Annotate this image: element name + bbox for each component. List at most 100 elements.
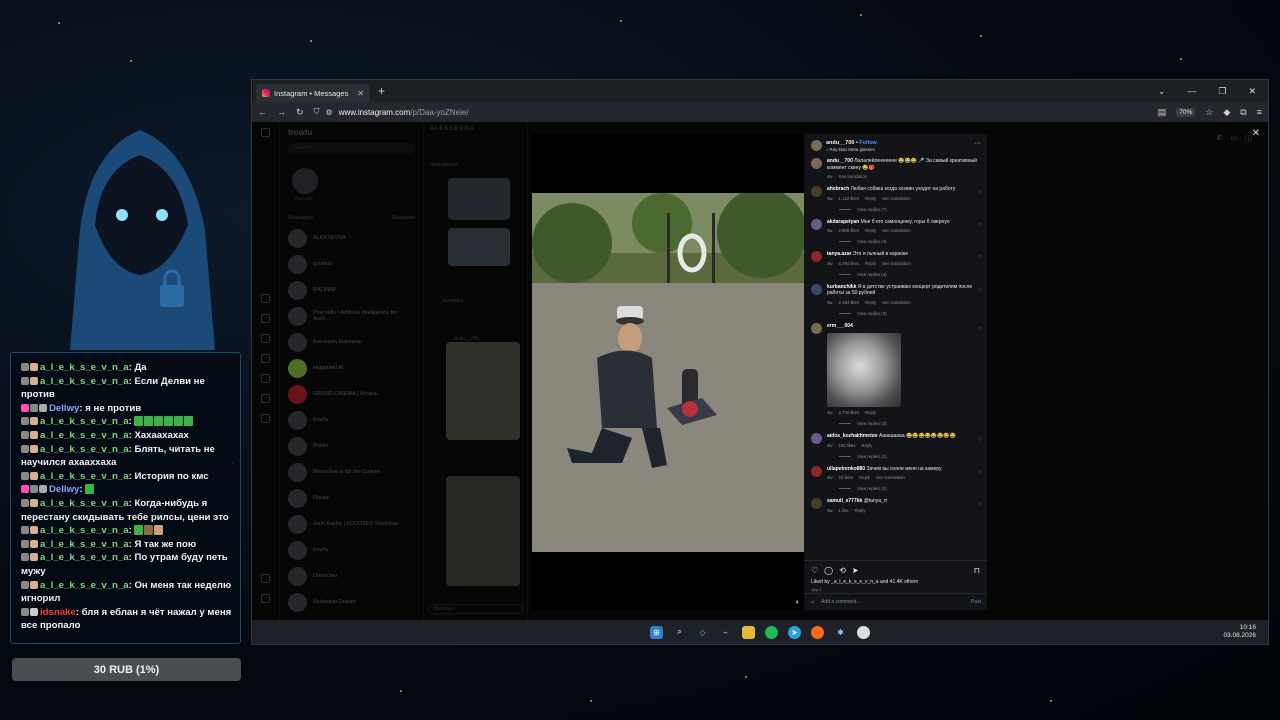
chat-username[interactable]: a_l_e_k_s_e_v_n_a	[40, 539, 129, 550]
reply-link[interactable]: Reply	[859, 475, 870, 480]
author-name[interactable]: andu__700	[826, 140, 854, 146]
repost-icon[interactable]: ⟲	[839, 566, 846, 575]
comment-like-icon[interactable]: ♡	[978, 190, 982, 196]
see-translation-link[interactable]: See translation	[882, 196, 911, 201]
view-replies-link[interactable]: View replies (1)	[839, 454, 980, 459]
site-settings-icon[interactable]: ⚙	[326, 108, 333, 117]
see-translation-link[interactable]: See translation	[839, 174, 868, 179]
forward-button[interactable]: →	[277, 107, 286, 117]
close-modal-icon[interactable]: ✕	[1252, 128, 1260, 139]
commenter-avatar[interactable]	[811, 186, 822, 197]
chat-username[interactable]: a_l_e_k_s_e_v_n_a	[40, 471, 129, 482]
reader-view-icon[interactable]: ▤	[1158, 107, 1167, 118]
commenter-avatar[interactable]	[811, 322, 822, 334]
comment-likes[interactable]: 23 likes	[839, 475, 854, 480]
chat-username[interactable]: a_l_e_k_s_e_v_n_a	[40, 525, 129, 536]
shield-icon[interactable]: ⛉	[314, 107, 320, 117]
address-bar[interactable]: ⛉ ⚙ www.instagram.com/p/Daa-yoZNeie/	[314, 107, 1148, 117]
extensions-puzzle-icon[interactable]: ⧉	[1240, 107, 1246, 118]
view-replies-link[interactable]: View replies (3)	[839, 421, 980, 426]
back-button[interactable]: ←	[258, 107, 267, 117]
comment-like-icon[interactable]: ♡	[978, 502, 982, 508]
chat-username[interactable]: a_l_e_k_s_e_v_n_a	[40, 444, 129, 455]
commenter-avatar[interactable]	[811, 218, 822, 230]
see-translation-link[interactable]: See translation	[882, 228, 911, 233]
close-window-button[interactable]: ✕	[1248, 86, 1256, 97]
commenter-name[interactable]: ahebrach	[827, 186, 849, 192]
post-comment-button[interactable]: Post	[971, 599, 981, 605]
search-icon[interactable]: ⌕	[673, 626, 686, 639]
commenter-avatar[interactable]	[811, 465, 822, 477]
comment-likes[interactable]: 1,122 likes	[839, 196, 860, 201]
maximize-button[interactable]: ❐	[1218, 86, 1226, 97]
emoji-icon[interactable]: ☺	[810, 599, 815, 605]
reply-link[interactable]: Reply	[865, 196, 876, 201]
post-photo[interactable]	[532, 193, 804, 552]
reply-link[interactable]: Reply	[865, 228, 876, 233]
share-icon[interactable]: ➤	[852, 566, 859, 575]
chat-username[interactable]: a_l_e_k_s_e_v_n_a	[40, 416, 129, 427]
firefox-icon[interactable]	[811, 625, 824, 639]
comment-like-icon[interactable]: ♡	[978, 288, 982, 294]
view-replies-link[interactable]: View replies (4)	[839, 239, 980, 244]
comment-icon[interactable]: ◯	[824, 566, 833, 575]
telegram-icon[interactable]: ➤	[788, 625, 801, 639]
post-media[interactable]: ◐	[532, 134, 804, 610]
video-icon[interactable]: ▭	[1230, 134, 1237, 144]
follow-button[interactable]: Follow	[859, 140, 876, 146]
view-replies-link[interactable]: View replies (4)	[839, 272, 980, 277]
chat-username[interactable]: a_l_e_k_s_e_v_n_a	[40, 362, 129, 373]
terminal-icon[interactable]: ⌁	[719, 626, 732, 639]
commenter-avatar[interactable]	[811, 283, 822, 295]
commenter-name[interactable]: aidos_kozhakhmetov	[827, 433, 878, 439]
minimize-button[interactable]: —	[1187, 86, 1196, 97]
comment-like-icon[interactable]: ♡	[978, 255, 982, 261]
chat-username[interactable]: Dellwy	[49, 484, 79, 495]
caption-user[interactable]: andu__700	[827, 158, 853, 164]
chevron-down-icon[interactable]: ⌄	[1158, 86, 1166, 97]
comment-like-icon[interactable]: ♡	[978, 223, 982, 229]
add-comment-input[interactable]: Add a comment...	[821, 599, 860, 605]
extension-icon[interactable]: ◆	[1223, 107, 1230, 118]
comment-like-icon[interactable]: ♡	[978, 470, 982, 476]
comment-likes[interactable]: 2,740 likes	[839, 410, 860, 415]
commenter-name[interactable]: kurbanchikk	[827, 284, 856, 290]
commenter-name[interactable]: akdarapetyan	[827, 219, 859, 225]
mute-icon[interactable]: ◐	[796, 599, 800, 606]
like-icon[interactable]: ♡	[811, 566, 818, 575]
comment-image[interactable]	[827, 333, 901, 407]
perplexity-icon[interactable]: ✱	[834, 626, 847, 639]
chat-username[interactable]: a_l_e_k_s_e_v_n_a	[40, 498, 129, 509]
see-translation-link[interactable]: See translation	[876, 475, 905, 480]
comment-likes[interactable]: 5,784 likes	[839, 261, 860, 266]
comment-likes[interactable]: 1 like	[839, 508, 849, 513]
new-tab-button[interactable]: +	[378, 84, 385, 98]
reply-link[interactable]: Reply	[865, 261, 876, 266]
save-bookmark-icon[interactable]: ⊓	[974, 566, 980, 575]
view-replies-link[interactable]: View replies (2)	[839, 311, 980, 316]
comment-likes[interactable]: 182 likes	[839, 443, 856, 448]
chat-username[interactable]: a_l_e_k_s_e_v_n_a	[40, 580, 129, 591]
chat-username[interactable]: idsnake	[40, 607, 76, 618]
comment-like-icon[interactable]: ♡	[978, 327, 982, 333]
chat-username[interactable]: Dellwy	[49, 403, 79, 414]
file-explorer-icon[interactable]	[742, 625, 755, 639]
comment-like-icon[interactable]: ♡	[978, 437, 982, 443]
chat-username[interactable]: a_l_e_k_s_e_v_n_a	[40, 376, 129, 387]
windows-start-icon[interactable]: ⊞	[650, 625, 663, 639]
author-avatar[interactable]	[811, 158, 822, 169]
bookmark-star-icon[interactable]: ☆	[1205, 107, 1213, 118]
see-translation-link[interactable]: See translation	[882, 261, 911, 266]
comment-likes[interactable]: 2,184 likes	[839, 300, 860, 305]
menu-icon[interactable]: ≡	[1257, 107, 1262, 117]
close-tab-icon[interactable]: ✕	[357, 89, 364, 98]
vscode-icon[interactable]: ◇	[696, 626, 709, 639]
commenter-name[interactable]: tanya.azar	[827, 251, 851, 257]
chrome-icon[interactable]	[857, 625, 870, 639]
view-replies-link[interactable]: View replies (7)	[839, 207, 980, 212]
reply-link[interactable]: Reply	[861, 443, 872, 448]
view-replies-link[interactable]: View replies (2)	[839, 486, 980, 491]
spotify-icon[interactable]	[765, 625, 778, 639]
zoom-level[interactable]: 70%	[1176, 107, 1196, 117]
song-label[interactable]: Ray-Ban Meta glasses	[830, 147, 875, 152]
